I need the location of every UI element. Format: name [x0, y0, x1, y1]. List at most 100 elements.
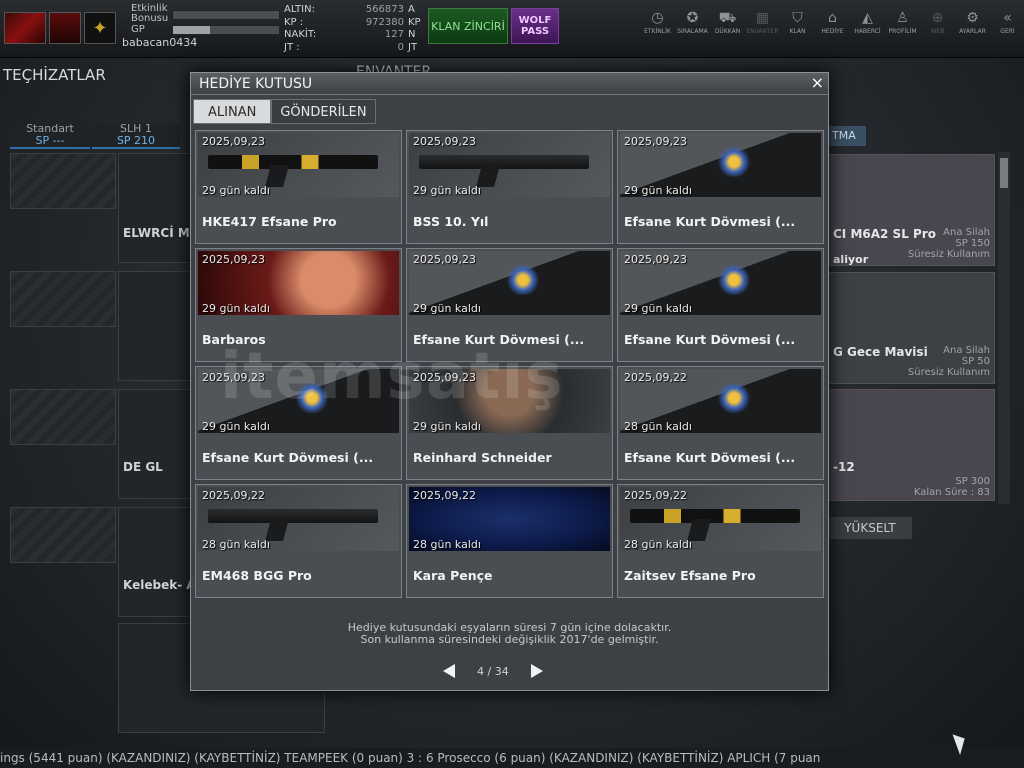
item-date: 2025,09,22	[413, 489, 476, 502]
gift-card[interactable]: 2025,09,23 29 gün kaldı Efsane Kurt Dövmes…	[195, 366, 402, 480]
item-date: 2025,09,23	[624, 253, 687, 266]
gift-card[interactable]: 2025,09,23 29 gün kaldı Barbaros	[195, 248, 402, 362]
prev-page-button[interactable]	[443, 664, 455, 678]
equipment-heading: TEÇHİZATLAR	[3, 66, 106, 84]
tattoo-icon	[714, 383, 754, 413]
gift-card[interactable]: 2025,09,23 29 gün kaldı Reinhard Schneider	[406, 366, 613, 480]
upgrade-button[interactable]: YÜKSELT	[828, 517, 912, 539]
item-date: 2025,09,23	[624, 135, 687, 148]
item-remaining: 29 gün kaldı	[413, 420, 481, 433]
gift-card[interactable]: 2025,09,22 28 gün kaldı EM468 BGG Pro	[195, 484, 402, 598]
gift-card[interactable]: 2025,09,23 29 gün kaldı Efsane Kurt Dövmes…	[617, 130, 824, 244]
nav-label: ENVANTER	[746, 28, 779, 35]
main-nav: ◷ ETKİNLİK ✪ SIRALAMA ⛟ DÜKKAN ▦ ENVANTER ⛉ KLAN ⌂…	[640, 10, 1024, 35]
nav-gift[interactable]: ⌂ HEDİYE	[815, 10, 850, 35]
tab-slh1[interactable]: SLH 1 SP 210	[92, 123, 180, 149]
equipment-slot[interactable]	[10, 389, 116, 445]
inventory-scrollbar[interactable]	[998, 152, 1010, 504]
item-name: Efsane Kurt Dövmesi (...	[624, 450, 796, 465]
gift-card[interactable]: 2025,09,23 29 gün kaldı HKE417 Efsane Pro	[195, 130, 402, 244]
item-name: BSS 10. Yıl	[413, 214, 489, 229]
tattoo-icon	[292, 383, 332, 413]
item-remaining: 29 gün kaldı	[624, 302, 692, 315]
item-remaining: 29 gün kaldı	[413, 184, 481, 197]
item-name: Efsane Kurt Dövmesi (...	[624, 332, 796, 347]
inventory-icon: ▦	[755, 10, 770, 26]
item-name: Efsane Kurt Dövmesi (...	[202, 450, 374, 465]
gift-card[interactable]: 2025,09,22 28 gün kaldı Efsane Kurt Dövmes…	[617, 366, 824, 480]
nav-label: WEB	[930, 28, 945, 35]
item-remaining: 28 gün kaldı	[202, 538, 270, 551]
expiry-note: Hediye kutusundaki eşyaların süresi 7 gü…	[347, 621, 672, 646]
game-screen: ✦ Etkinlik Bonusu GP babacan0434 ALTIN: 5…	[0, 0, 1024, 768]
tab-right[interactable]: TMA	[828, 126, 866, 146]
tattoo-icon	[503, 265, 543, 295]
inventory-card[interactable]: -12 SP 300 Kalan Süre : 83	[828, 389, 995, 501]
close-icon[interactable]: ×	[811, 73, 824, 92]
nav-label: GERİ	[1000, 28, 1015, 35]
inventory-card[interactable]: CI M6A2 SL Pro aliyor Ana Silah SP 150 Sür…	[828, 154, 995, 266]
item-name: Barbaros	[202, 332, 266, 347]
nav-megaphone[interactable]: ◭ HABERCİ	[850, 10, 885, 35]
profile-icon: ♙	[896, 10, 909, 26]
item-remaining: 29 gün kaldı	[413, 302, 481, 315]
nav-label: AYARLAR	[959, 28, 986, 35]
item-remaining: 28 gün kaldı	[413, 538, 481, 551]
nav-back[interactable]: « GERİ	[990, 10, 1024, 35]
gift-card[interactable]: 2025,09,22 28 gün kaldı Kara Pençe	[406, 484, 613, 598]
next-page-button[interactable]	[530, 664, 543, 678]
back-icon: «	[1003, 10, 1012, 26]
shield-icon: ⛉	[792, 10, 803, 26]
tattoo-icon	[714, 147, 754, 177]
item-remaining: 28 gün kaldı	[624, 420, 692, 433]
item-date: 2025,09,22	[624, 489, 687, 502]
gift-card[interactable]: 2025,09,22 28 gün kaldı Zaitsev Efsane Pro	[617, 484, 824, 598]
gp-label: GP	[131, 24, 145, 35]
wolf-pass-button[interactable]: WOLF PASS	[511, 8, 559, 44]
gift-icon: ⌂	[828, 10, 837, 26]
tab-sent[interactable]: GÖNDERİLEN	[271, 99, 376, 124]
tab-received[interactable]: ALINAN	[193, 99, 272, 124]
nav-ranking[interactable]: ✪ SIRALAMA	[675, 10, 710, 35]
gear-icon: ⚙	[966, 10, 979, 26]
equipment-slot[interactable]	[10, 153, 116, 209]
currency-panel: ALTIN: 566873 A KP :972380 KP NAKİT: 127 N JT…	[284, 4, 422, 56]
nav-inventory[interactable]: ▦ ENVANTER	[745, 10, 780, 35]
pagination: 4 / 34	[443, 664, 543, 678]
weapon-slot[interactable]	[118, 271, 192, 381]
gift-card[interactable]: 2025,09,23 29 gün kaldı Efsane Kurt Dövmes…	[617, 248, 824, 362]
gift-card[interactable]: 2025,09,23 29 gün kaldı BSS 10. Yıl	[406, 130, 613, 244]
gift-card[interactable]: 2025,09,23 29 gün kaldı Efsane Kurt Dövmes…	[406, 248, 613, 362]
clan-chain-button[interactable]: KLAN ZİNCİRİ	[428, 8, 508, 44]
nav-globe[interactable]: ⊕ WEB	[920, 10, 955, 35]
bonus-bar	[172, 10, 280, 20]
nav-profile[interactable]: ♙ PROFİLİM	[885, 10, 920, 35]
tab-standart[interactable]: Standart SP ---	[10, 123, 90, 149]
item-name: Kara Pençe	[413, 568, 493, 583]
dialog-tabs: ALINAN GÖNDERİLEN	[193, 99, 376, 124]
equipment-slot[interactable]	[10, 271, 116, 327]
nav-cart[interactable]: ⛟ DÜKKAN	[710, 10, 745, 35]
item-remaining: 29 gün kaldı	[202, 420, 270, 433]
weapon-slot[interactable]: DE GL	[118, 389, 192, 499]
weapon-icon	[208, 155, 378, 169]
inventory-card[interactable]: G Gece Mavisi Ana Silah SP 50 Süresiz Kull…	[828, 272, 995, 384]
tattoo-icon	[714, 265, 754, 295]
rank-badge	[49, 12, 81, 44]
weapon-slot[interactable]: ELWRCİ M	[118, 153, 192, 263]
weapon-slot[interactable]: Kelebek- A	[118, 507, 196, 617]
nav-clock[interactable]: ◷ ETKİNLİK	[640, 10, 675, 35]
item-name: HKE417 Efsane Pro	[202, 214, 337, 229]
item-date: 2025,09,23	[202, 371, 265, 384]
scrollbar-thumb[interactable]	[1000, 158, 1008, 188]
nav-label: ETKİNLİK	[644, 28, 671, 35]
weapon-icon	[630, 509, 800, 523]
item-name: Efsane Kurt Dövmesi (...	[624, 214, 796, 229]
equipment-slot[interactable]	[10, 507, 116, 563]
clan-emblem[interactable]	[4, 12, 46, 44]
item-name: Efsane Kurt Dövmesi (...	[413, 332, 585, 347]
nav-gear[interactable]: ⚙ AYARLAR	[955, 10, 990, 35]
currency-row: JT :0 JT	[284, 41, 418, 53]
nav-shield[interactable]: ⛉ KLAN	[780, 10, 815, 35]
item-date: 2025,09,23	[202, 253, 265, 266]
